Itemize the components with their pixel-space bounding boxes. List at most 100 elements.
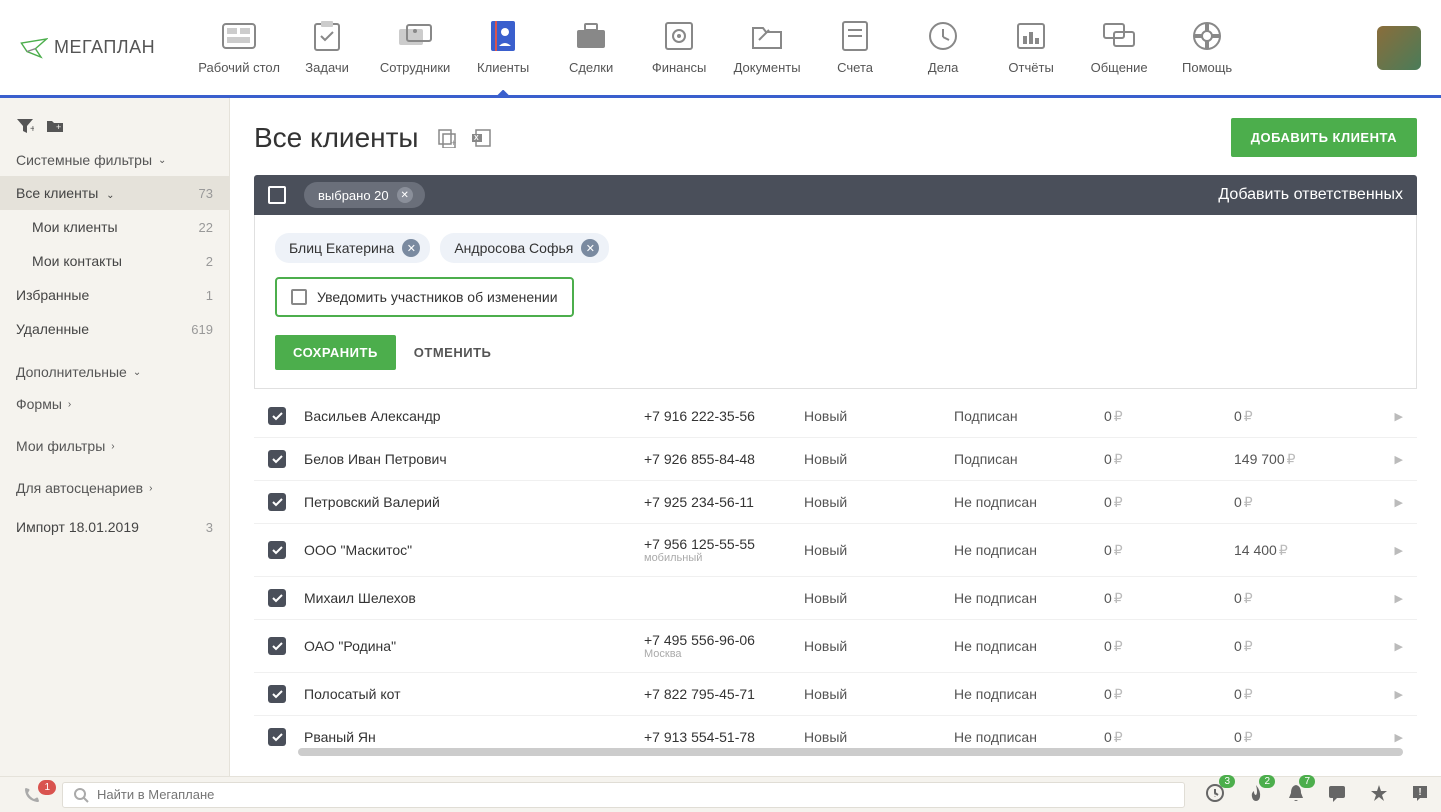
nav: Рабочий стол Задачи Сотрудники Клиенты С… [195, 3, 1251, 93]
copy-icon[interactable]: + [437, 128, 457, 148]
table-row[interactable]: Михаил Шелехов Новый Не подписан 0₽ 0₽ ▶ [254, 577, 1417, 620]
amount-1: 0₽ [1104, 729, 1234, 746]
table-row[interactable]: ООО "Маскитос" +7 956 125-55-55мобильный… [254, 524, 1417, 577]
row-checkbox[interactable] [268, 541, 286, 559]
row-checkbox[interactable] [268, 493, 286, 511]
notify-label: Уведомить участников об изменении [317, 289, 558, 305]
sidebar-item-deleted[interactable]: Удаленные619 [0, 312, 229, 346]
sidebar-tools: + + [0, 118, 229, 144]
additional-filters-header[interactable]: Дополнительные⌄ [0, 356, 229, 388]
nav-finance[interactable]: Финансы [635, 3, 723, 93]
table-row[interactable]: Рваный Ян +7 913 554-51-78 Новый Не подп… [254, 716, 1417, 748]
save-button[interactable]: СОХРАНИТЬ [275, 335, 396, 370]
amount-1: 0₽ [1104, 542, 1234, 559]
client-phone: +7 925 234-56-11 [644, 494, 804, 510]
excel-icon[interactable]: X [471, 128, 491, 148]
chevron-right-icon[interactable]: ▶ [1395, 544, 1403, 557]
client-name: Рваный Ян [304, 729, 644, 745]
help-icon [1192, 21, 1222, 51]
nav-desktop[interactable]: Рабочий стол [195, 3, 283, 93]
logo[interactable]: МЕГАПЛАН [20, 37, 155, 59]
forms-header[interactable]: Формы› [0, 388, 229, 420]
cancel-button[interactable]: ОТМЕНИТЬ [414, 345, 492, 360]
nav-documents[interactable]: Документы [723, 3, 811, 93]
phone-button[interactable]: 1 [12, 786, 52, 804]
fire-button[interactable]: 2 [1247, 783, 1265, 806]
table-row[interactable]: Полосатый кот +7 822 795-45-71 Новый Не … [254, 673, 1417, 716]
chevron-right-icon[interactable]: ▶ [1395, 592, 1403, 605]
message-icon [1327, 784, 1347, 802]
table-row[interactable]: Белов Иван Петрович +7 926 855-84-48 Нов… [254, 438, 1417, 481]
add-client-button[interactable]: ДОБАВИТЬ КЛИЕНТА [1231, 118, 1417, 157]
client-name: ООО "Маскитос" [304, 542, 644, 558]
nav-help[interactable]: Помощь [1163, 3, 1251, 93]
selection-action[interactable]: Добавить ответственных [1218, 186, 1403, 204]
row-checkbox[interactable] [268, 637, 286, 655]
sidebar-item-my-contacts[interactable]: Мои контакты2 [0, 244, 229, 278]
search-bar [62, 782, 1185, 808]
sidebar-item-all-clients[interactable]: Все клиенты ⌄73 [0, 176, 229, 210]
table-row[interactable]: Васильев Александр +7 916 222-35-56 Новы… [254, 395, 1417, 438]
search-input[interactable] [97, 787, 1174, 802]
master-checkbox[interactable] [268, 186, 286, 204]
message-button[interactable] [1327, 784, 1347, 805]
client-status: Новый [804, 451, 954, 467]
chevron-right-icon[interactable]: ▶ [1395, 640, 1403, 653]
nav-invoices[interactable]: Счета [811, 3, 899, 93]
notify-row: Уведомить участников об изменении [275, 277, 574, 317]
sidebar-item-import[interactable]: Импорт 18.01.20193 [0, 510, 229, 544]
nav-deals[interactable]: Сделки [547, 3, 635, 93]
client-status: Новый [804, 729, 954, 745]
client-name: ОАО "Родина" [304, 638, 644, 654]
nav-tasks[interactable]: Задачи [283, 3, 371, 93]
system-filters-header[interactable]: Системные фильтры⌄ [0, 144, 229, 176]
alert-button[interactable]: ! [1411, 784, 1429, 805]
clear-selection-icon[interactable]: ✕ [397, 187, 413, 203]
row-checkbox[interactable] [268, 589, 286, 607]
chevron-right-icon[interactable]: ▶ [1395, 410, 1403, 423]
sidebar-item-my-clients[interactable]: Мои клиенты22 [0, 210, 229, 244]
my-filters-header[interactable]: Мои фильтры› [0, 430, 229, 462]
chip-person: Блиц Екатерина✕ [275, 233, 430, 263]
row-checkbox[interactable] [268, 450, 286, 468]
nav-reports[interactable]: Отчёты [987, 3, 1075, 93]
footer: 1 !3 2 7 ! [0, 776, 1441, 812]
svg-text:!: ! [1214, 790, 1216, 799]
chevron-right-icon[interactable]: ▶ [1395, 453, 1403, 466]
star-button[interactable] [1369, 783, 1389, 806]
finance-icon [664, 21, 694, 51]
deals-icon [575, 22, 607, 50]
nav-employees[interactable]: Сотрудники [371, 3, 459, 93]
bell-button[interactable]: 7 [1287, 783, 1305, 806]
chevron-right-icon[interactable]: ▶ [1395, 731, 1403, 744]
nav-chat[interactable]: Общение [1075, 3, 1163, 93]
sidebar: + + Системные фильтры⌄ Все клиенты ⌄73 М… [0, 98, 230, 776]
row-checkbox[interactable] [268, 728, 286, 746]
chevron-right-icon[interactable]: ▶ [1395, 688, 1403, 701]
avatar[interactable] [1377, 26, 1421, 70]
page-title: Все клиенты [254, 122, 419, 154]
horizontal-scrollbar[interactable] [298, 748, 1403, 756]
client-contract: Не подписан [954, 590, 1104, 606]
clock-button[interactable]: !3 [1205, 783, 1225, 806]
row-checkbox[interactable] [268, 685, 286, 703]
amount-2: 0₽ [1234, 729, 1364, 746]
nav-todos[interactable]: Дела [899, 3, 987, 93]
filter-icon[interactable]: + [16, 118, 34, 134]
notify-checkbox[interactable] [291, 289, 307, 305]
remove-chip-icon[interactable]: ✕ [402, 239, 420, 257]
row-checkbox[interactable] [268, 407, 286, 425]
sidebar-item-favorites[interactable]: Избранные1 [0, 278, 229, 312]
svg-text:!: ! [1418, 787, 1421, 798]
chevron-right-icon[interactable]: ▶ [1395, 496, 1403, 509]
folder-add-icon[interactable]: + [46, 118, 64, 134]
table-row[interactable]: ОАО "Родина" +7 495 556-96-06Москва Новы… [254, 620, 1417, 673]
client-table: Васильев Александр +7 916 222-35-56 Новы… [254, 395, 1417, 748]
remove-chip-icon[interactable]: ✕ [581, 239, 599, 257]
amount-2: 0₽ [1234, 494, 1364, 511]
auto-filters-header[interactable]: Для автосценариев› [0, 472, 229, 504]
selection-pill: выбрано 20 ✕ [304, 182, 425, 208]
table-row[interactable]: Петровский Валерий +7 925 234-56-11 Новы… [254, 481, 1417, 524]
client-phone: +7 495 556-96-06Москва [644, 632, 804, 660]
nav-clients[interactable]: Клиенты [459, 3, 547, 93]
